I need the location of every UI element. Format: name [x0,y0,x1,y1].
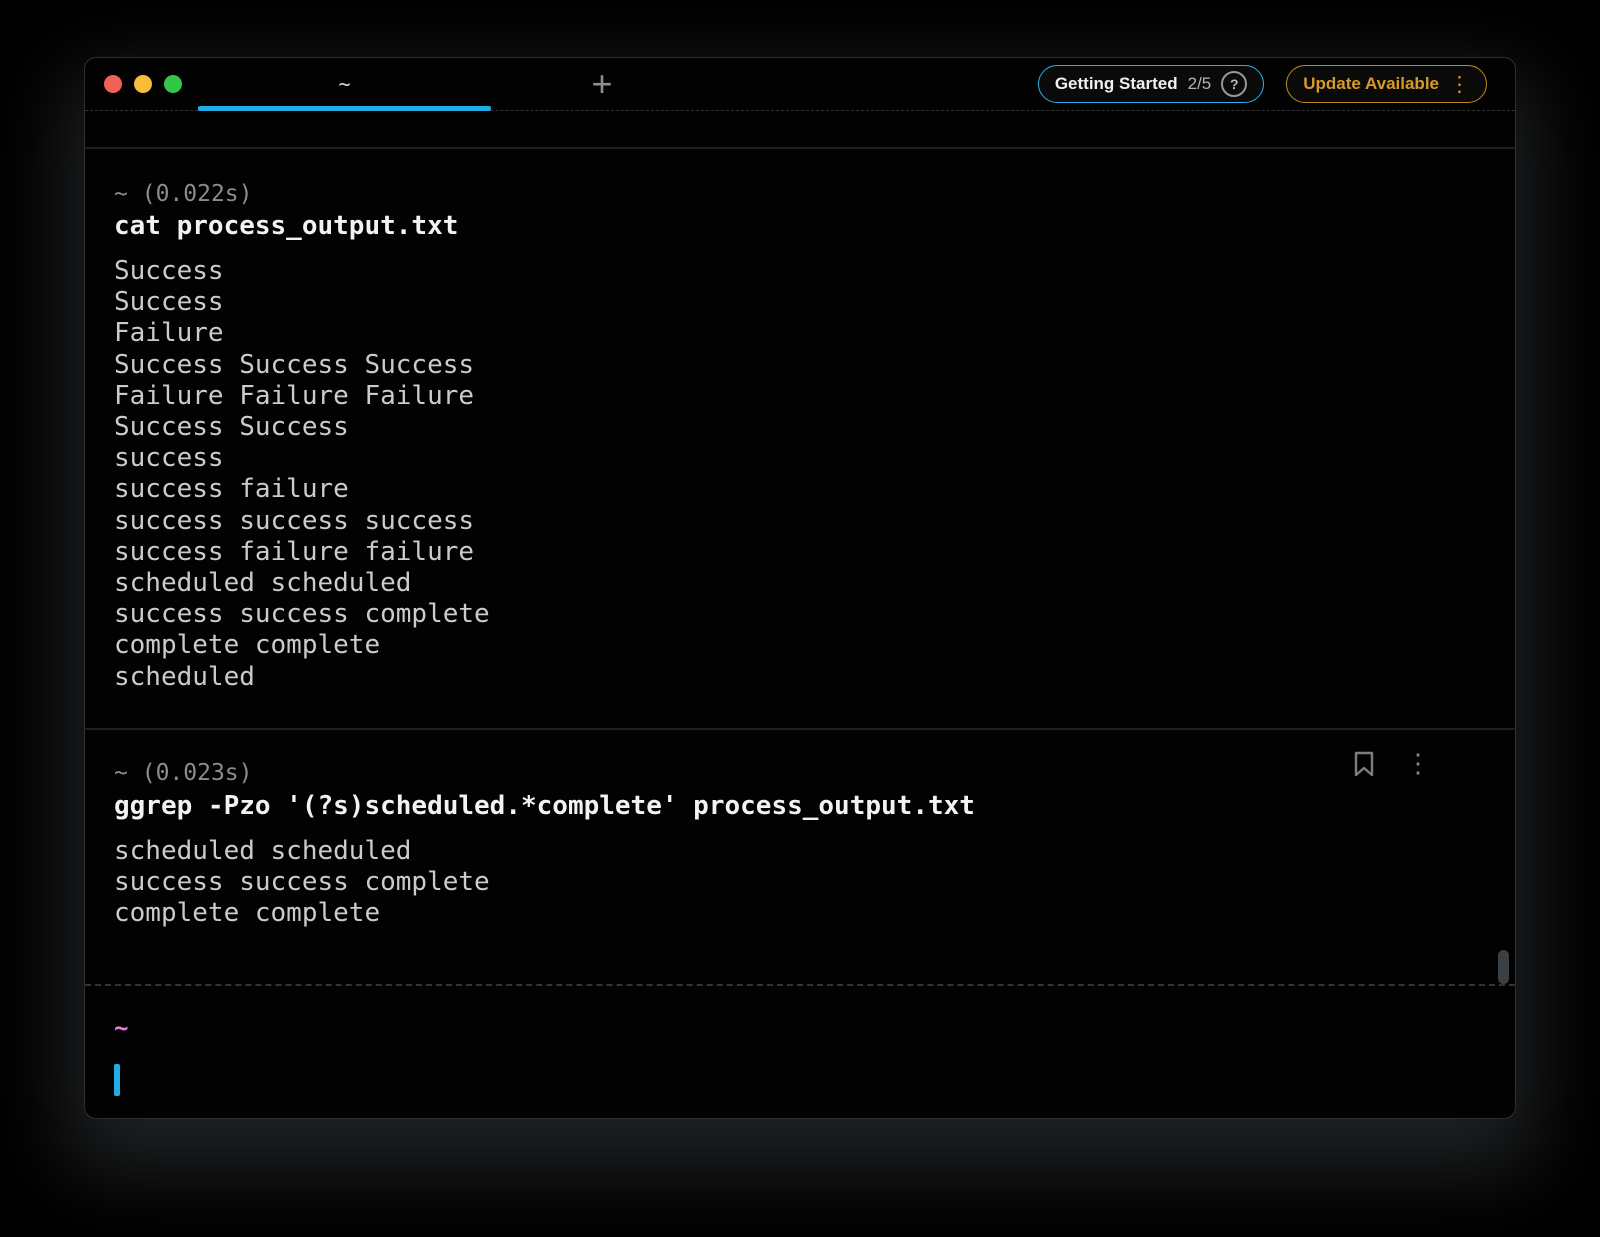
block-kebab-icon[interactable]: ⋮ [1405,751,1431,777]
output-line: complete complete [114,898,490,929]
prompt-symbol: ~ [114,760,128,786]
output-line: scheduled [114,662,490,693]
scrollbar-thumb[interactable] [1498,950,1509,984]
output-line: Success Success Success [114,350,490,381]
block-separator [85,728,1515,730]
block-separator [85,147,1515,149]
command-output: SuccessSuccessFailureSuccess Success Suc… [114,256,490,693]
update-kebab-icon[interactable]: ⋮ [1449,74,1470,95]
tab-bar: ~ + Getting Started 2/5 ? Update Availab… [85,58,1515,111]
help-glyph: ? [1230,76,1239,92]
text-cursor [114,1064,120,1096]
input-prompt-symbol: ~ [114,1013,128,1043]
zoom-window-button[interactable] [164,75,182,93]
plus-icon: + [591,66,612,102]
close-window-button[interactable] [104,75,122,93]
input-separator [85,984,1515,986]
terminal-content: ~ (0.022s) cat process_output.txt Succes… [85,110,1515,1118]
prompt-line: ~ (0.023s) [114,759,253,787]
new-tab-button[interactable]: + [580,58,624,110]
output-line: Failure Failure Failure [114,381,490,412]
update-available-pill[interactable]: Update Available ⋮ [1286,65,1487,103]
getting-started-pill[interactable]: Getting Started 2/5 ? [1038,65,1264,103]
prompt-symbol: ~ [114,181,128,207]
bookmark-icon[interactable] [1351,750,1377,778]
getting-started-label: Getting Started [1055,74,1178,94]
output-line: Success [114,256,490,287]
output-line: success failure failure [114,537,490,568]
command-output: scheduled scheduledsuccess success compl… [114,836,490,930]
prompt-line: ~ (0.022s) [114,180,253,208]
output-line: scheduled scheduled [114,568,490,599]
output-line: Success [114,287,490,318]
command-duration: (0.022s) [142,181,253,207]
output-line: success [114,443,490,474]
output-line: success success complete [114,599,490,630]
command-text: ggrep -Pzo '(?s)scheduled.*complete' pro… [114,791,975,822]
output-line: Success Success [114,412,490,443]
terminal-window: ~ + Getting Started 2/5 ? Update Availab… [84,57,1516,1119]
block-actions: ⋮ [1351,750,1431,778]
output-line: success success complete [114,867,490,898]
getting-started-progress: 2/5 [1188,74,1212,94]
tab-active[interactable]: ~ [198,58,491,110]
output-line: success success success [114,506,490,537]
output-line: Failure [114,318,490,349]
tab-title: ~ [338,72,350,96]
help-icon[interactable]: ? [1221,71,1247,97]
output-line: scheduled scheduled [114,836,490,867]
output-line: success failure [114,474,490,505]
command-duration: (0.023s) [142,760,253,786]
output-line: complete complete [114,630,490,661]
tabbar-right-controls: Getting Started 2/5 ? Update Available ⋮ [1038,65,1487,103]
command-text: cat process_output.txt [114,211,458,242]
update-available-label: Update Available [1303,74,1439,94]
traffic-lights [85,75,182,93]
minimize-window-button[interactable] [134,75,152,93]
